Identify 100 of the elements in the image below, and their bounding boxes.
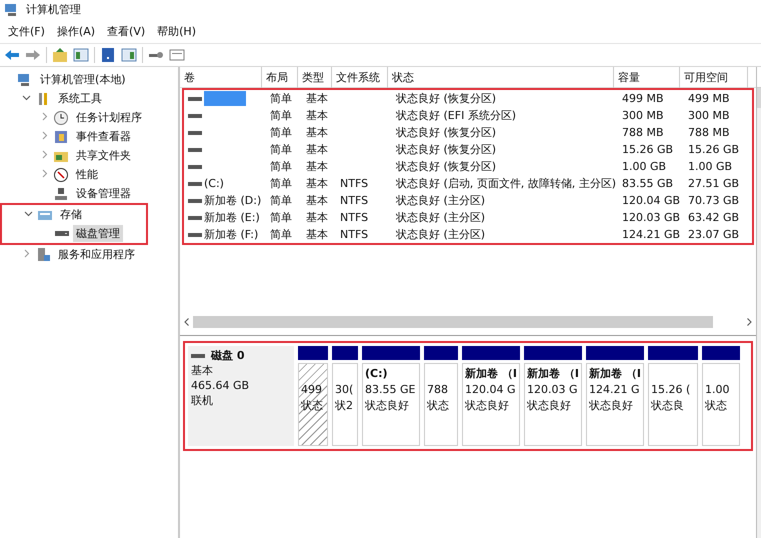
- back-arrow-icon[interactable]: [4, 47, 20, 63]
- table-cell-text: 简单: [269, 91, 293, 106]
- drive-icon: [188, 232, 202, 238]
- partition-block[interactable]: 新加卷 （I 120.03 G 状态良好: [524, 363, 582, 446]
- partition-label: 新加卷 （I: [527, 367, 579, 381]
- action-pane-icon[interactable]: [121, 47, 137, 63]
- partition-label: 新加卷 （I: [465, 367, 517, 381]
- drive-icon: [188, 214, 202, 220]
- partition-status: 状态: [705, 399, 728, 413]
- table-cell-text: 状态良好 (主分区): [395, 227, 486, 242]
- partition-block[interactable]: 788 状态: [424, 363, 458, 446]
- menu-item[interactable]: 查看(V): [107, 24, 146, 39]
- partition-status: 状态: [427, 399, 450, 413]
- drive-icon: [188, 164, 202, 170]
- partition-header: [462, 346, 520, 360]
- partition-block[interactable]: 新加卷 （I 120.04 G 状态良好: [462, 363, 520, 446]
- tree-item-label[interactable]: 计算机管理(本地): [37, 71, 129, 88]
- scrollbar-thumb[interactable]: [193, 316, 713, 328]
- partition-status: 状态: [301, 399, 324, 413]
- partition-status: 状态良好: [589, 399, 634, 413]
- partition-size: 120.03 G: [527, 383, 579, 397]
- drive-icon: [188, 180, 202, 186]
- partition-header: [524, 346, 582, 360]
- table-cell-text: 63.42 GB: [687, 211, 740, 224]
- scroll-left-icon[interactable]: [184, 318, 189, 326]
- tree-item-label[interactable]: 设备管理器: [73, 185, 134, 202]
- partition-size: 124.21 G: [589, 383, 641, 397]
- tree-item-label[interactable]: 事件查看器: [73, 128, 134, 145]
- table-cell-text: NTFS: [339, 194, 370, 207]
- table-cell-text: 15.26 GB: [687, 143, 740, 156]
- table-cell-text: NTFS: [339, 177, 370, 190]
- disk-name: 磁盘 0: [211, 349, 244, 363]
- partition-block[interactable]: 30( 状2: [332, 363, 358, 446]
- column-header[interactable]: 文件系统: [332, 67, 388, 88]
- table-cell-text: 124.21 GB: [621, 228, 682, 241]
- volume-name: 新加卷 (D:): [204, 193, 262, 208]
- menu-item[interactable]: 帮助(H): [157, 24, 196, 39]
- tree-item-label[interactable]: 共享文件夹: [73, 147, 134, 164]
- table-cell-text: 15.26 GB: [621, 143, 674, 156]
- table-cell-text: 基本: [305, 176, 329, 191]
- table-cell-text: 状态良好 (恢复分区): [395, 159, 498, 174]
- table-cell-text: 120.03 GB: [621, 211, 682, 224]
- partition-block[interactable]: (C:) 83.55 GE 状态良好: [362, 363, 420, 446]
- partition-status: 状态良好: [527, 399, 572, 413]
- partition-block[interactable]: 499 状态: [298, 363, 328, 446]
- column-header[interactable]: 类型: [298, 67, 332, 88]
- partition-label: 新加卷 （I: [589, 367, 641, 381]
- table-cell-text: 基本: [305, 210, 329, 225]
- scroll-right-icon[interactable]: [747, 318, 752, 326]
- tree-item-label[interactable]: 系统工具: [55, 90, 105, 107]
- menu-item[interactable]: 操作(A): [56, 24, 96, 39]
- tree-item-label[interactable]: 存储: [57, 206, 85, 223]
- partition-size: 788: [427, 383, 449, 397]
- table-cell-text: 120.04 GB: [621, 194, 682, 207]
- partition-header: [648, 346, 698, 360]
- folder-up-icon[interactable]: [52, 47, 68, 63]
- column-header[interactable]: 容量: [614, 67, 680, 88]
- performance-icon: [53, 166, 69, 182]
- table-cell-text: 499 MB: [621, 92, 665, 105]
- table-cell-text: 499 MB: [687, 92, 731, 105]
- disk-type: 基本: [191, 364, 214, 378]
- help-icon[interactable]: [100, 47, 116, 63]
- partition-status: 状态良好: [365, 399, 410, 413]
- menu-item[interactable]: 文件(F): [8, 24, 45, 39]
- table-cell-text: NTFS: [339, 211, 370, 224]
- partition-block[interactable]: 1.00 状态: [702, 363, 740, 446]
- table-cell-text: 788 MB: [621, 126, 665, 139]
- table-cell-text: 基本: [305, 125, 329, 140]
- table-cell-text: 基本: [305, 108, 329, 123]
- column-header[interactable]: 可用空间: [680, 67, 748, 88]
- drive-icon: [188, 112, 202, 118]
- clock-icon: [53, 110, 69, 126]
- partition-size: 1.00: [705, 383, 730, 397]
- forward-arrow-icon[interactable]: [25, 47, 41, 63]
- partition-block[interactable]: 15.26 ( 状态良: [648, 363, 698, 446]
- show-tree-icon[interactable]: [73, 47, 89, 63]
- table-cell-text: 788 MB: [687, 126, 731, 139]
- table-cell-text: 70.73 GB: [687, 194, 740, 207]
- table-cell-text: 23.07 GB: [687, 228, 740, 241]
- table-cell-text: 基本: [305, 227, 329, 242]
- column-header[interactable]: 卷: [180, 67, 262, 88]
- volume-name: (C:): [204, 177, 224, 190]
- table-cell-text: 300 MB: [687, 109, 731, 122]
- table-cell-text: 状态良好 (恢复分区): [395, 125, 498, 140]
- partition-block[interactable]: 新加卷 （I 124.21 G 状态良好: [586, 363, 644, 446]
- tree-item-label[interactable]: 服务和应用程序: [55, 246, 138, 263]
- partition-header: [702, 346, 740, 360]
- event-log-icon: [53, 128, 69, 144]
- tree-item-label[interactable]: 磁盘管理: [73, 225, 123, 242]
- tree-item-label[interactable]: 任务计划程序: [73, 109, 145, 126]
- volume-name: 新加卷 (F:): [204, 227, 258, 242]
- table-cell-text: 27.51 GB: [687, 177, 740, 190]
- partition-header: [362, 346, 420, 360]
- properties-icon[interactable]: [169, 47, 185, 63]
- column-header[interactable]: 布局: [262, 67, 298, 88]
- tree-item-label[interactable]: 性能: [73, 166, 101, 183]
- partition-size: 83.55 GE: [365, 383, 416, 397]
- column-header[interactable]: 状态: [388, 67, 614, 88]
- drive-icon: [188, 130, 202, 136]
- table-cell-text: 简单: [269, 176, 293, 191]
